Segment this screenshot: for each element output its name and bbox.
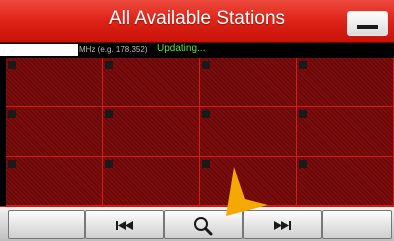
minimize-button[interactable] — [347, 11, 388, 36]
station-cell[interactable] — [200, 58, 297, 108]
station-cell[interactable] — [103, 58, 200, 108]
station-cell[interactable] — [297, 107, 394, 157]
toolbar-blank-left — [8, 210, 85, 239]
window-title: All Available Stations — [108, 8, 286, 29]
bottom-toolbar — [0, 206, 394, 241]
square-marker-icon — [299, 159, 307, 168]
station-cell[interactable] — [297, 58, 394, 108]
station-cell[interactable] — [6, 156, 103, 206]
station-cell[interactable] — [103, 107, 200, 157]
skip-previous-icon — [116, 221, 133, 230]
square-marker-icon — [8, 61, 16, 69]
square-marker-icon — [8, 110, 16, 119]
station-grid — [6, 58, 394, 206]
app-window: All Available Stations MHz (e.g. 178.352… — [0, 0, 394, 241]
frequency-input[interactable] — [0, 44, 78, 56]
minimize-icon — [357, 25, 378, 29]
square-marker-icon — [105, 159, 113, 168]
square-marker-icon — [202, 61, 210, 69]
square-marker-icon — [202, 110, 210, 119]
square-marker-icon — [299, 110, 307, 119]
status-row: MHz (e.g. 178.352) Updating... — [0, 43, 394, 57]
station-cell[interactable] — [200, 107, 297, 157]
title-bar: All Available Stations — [0, 0, 394, 43]
pointer-arrow-icon — [226, 167, 268, 216]
station-cell[interactable] — [103, 156, 200, 206]
square-marker-icon — [105, 110, 113, 119]
toolbar-blank-right — [322, 210, 392, 239]
square-marker-icon — [202, 159, 210, 168]
station-cell[interactable] — [6, 58, 103, 108]
square-marker-icon — [8, 159, 16, 168]
square-marker-icon — [105, 61, 113, 69]
square-marker-icon — [299, 61, 307, 69]
previous-button[interactable] — [85, 210, 164, 239]
station-cell[interactable] — [297, 156, 394, 206]
frequency-hint: MHz (e.g. 178.352) — [79, 45, 148, 54]
station-cell[interactable] — [6, 107, 103, 157]
status-text: Updating... — [157, 43, 206, 54]
